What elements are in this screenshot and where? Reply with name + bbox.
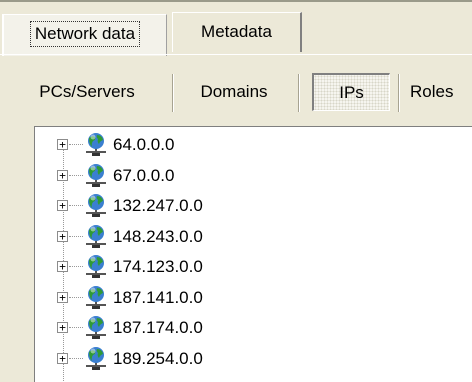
expand-icon[interactable]: + (57, 352, 68, 364)
tree-connector-line (69, 174, 83, 176)
tree-connector-line (69, 357, 83, 359)
ip-tree-panel[interactable]: +64.0.0.0 +67.0.0.0 +132.247.0.0 +148.243.0… (34, 126, 472, 382)
tree-node[interactable]: +148.243.0.0 (35, 222, 335, 252)
expand-icon[interactable]: + (57, 230, 68, 242)
network-globe-icon (83, 254, 109, 280)
network-globe-icon (83, 285, 109, 311)
category-ips-button[interactable]: IPs (312, 73, 390, 111)
toolbar-separator (398, 74, 400, 112)
tree-node[interactable]: +132.247.0.0 (35, 191, 335, 221)
category-toolbar: PCs/Servers Domains IPs Roles (0, 58, 472, 126)
tree-node-label: 148.243.0.0 (113, 226, 203, 246)
tree-node-label: 67.0.0.0 (113, 165, 175, 185)
tree-connector-line (69, 144, 83, 145)
tree-connector-line (69, 296, 83, 298)
ip-tree: +64.0.0.0 +67.0.0.0 +132.247.0.0 +148.243.0… (35, 127, 472, 382)
tree-node[interactable]: +67.0.0.0 (35, 161, 335, 191)
tree-node[interactable]: +64.0.0.0 (35, 130, 335, 160)
expand-icon[interactable]: + (57, 291, 68, 303)
tab-label: Metadata (201, 22, 272, 41)
category-label: IPs (339, 83, 364, 102)
category-pcs-servers-button[interactable]: PCs/Servers (12, 70, 162, 114)
expand-icon[interactable]: + (57, 169, 68, 181)
tab-label: Network data (29, 21, 141, 47)
tree-node[interactable]: +189.254.0.0 (35, 344, 335, 374)
tree-node-label: 132.247.0.0 (113, 196, 203, 215)
tree-node-label: 187.174.0.0 (113, 318, 203, 337)
network-globe-icon (83, 346, 109, 372)
expand-icon[interactable]: + (57, 200, 68, 211)
category-domains-button[interactable]: Domains (184, 70, 284, 114)
network-globe-icon (83, 224, 109, 250)
network-globe-icon (83, 315, 109, 341)
tree-node-label: 189.254.0.0 (113, 348, 203, 368)
network-globe-icon (83, 163, 109, 189)
category-label: Roles (410, 82, 454, 101)
tab-metadata[interactable]: Metadata (172, 12, 302, 52)
tab-strip-divider (0, 54, 472, 55)
toolbar-separator (298, 74, 300, 112)
tab-network-data[interactable]: Network data (2, 14, 167, 56)
tree-connector-line (69, 327, 83, 328)
network-globe-icon (83, 193, 109, 219)
network-globe-icon (83, 132, 109, 158)
tree-connector-line (69, 266, 83, 267)
tree-node[interactable]: +174.123.0.0 (35, 252, 335, 282)
tree-node-label: 174.123.0.0 (113, 257, 203, 276)
expand-icon[interactable]: + (57, 322, 68, 333)
tree-connector-line (69, 235, 83, 237)
tree-node[interactable]: +187.141.0.0 (35, 283, 335, 313)
expand-icon[interactable]: + (57, 261, 68, 272)
tree-connector-line (69, 205, 83, 206)
tree-node-label: 64.0.0.0 (113, 135, 175, 154)
toolbar-separator (172, 74, 174, 112)
category-label: Domains (200, 82, 268, 101)
tree-node-label: 187.141.0.0 (113, 287, 203, 307)
category-roles-button[interactable]: Roles (410, 70, 472, 114)
tree-node[interactable]: +187.174.0.0 (35, 313, 335, 343)
category-label: PCs/Servers (39, 82, 135, 101)
main-tab-strip: Network data Metadata (0, 2, 472, 58)
expand-icon[interactable]: + (57, 139, 68, 150)
